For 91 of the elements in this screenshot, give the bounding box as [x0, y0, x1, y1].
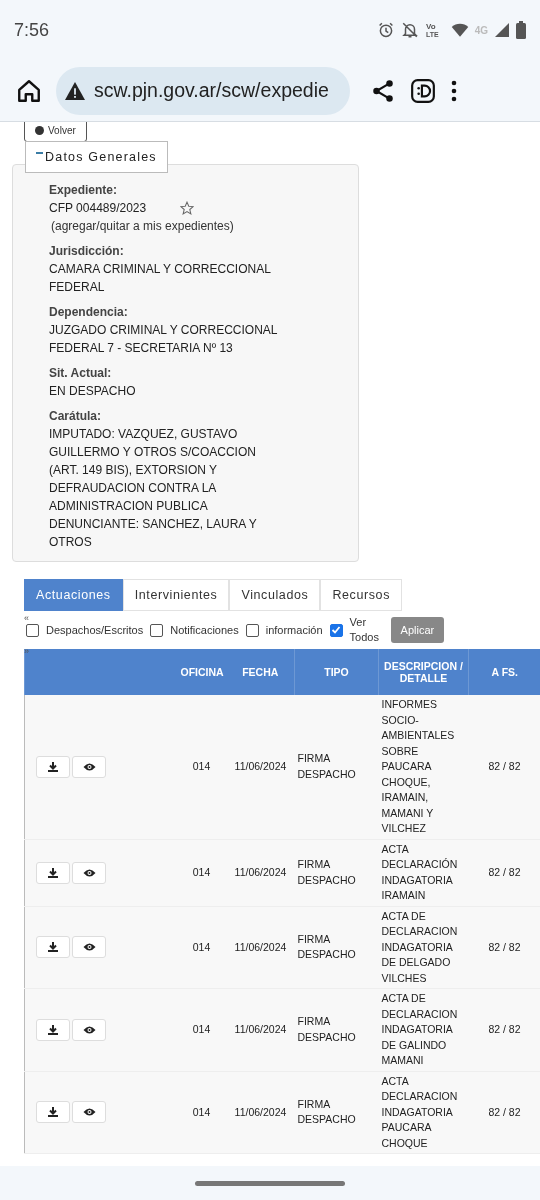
download-icon — [47, 760, 59, 773]
star-icon[interactable] — [180, 201, 195, 215]
download-icon — [47, 1023, 59, 1036]
section-toggle[interactable]: Datos Generales — [25, 141, 168, 173]
table-cell: 82 / 82 — [468, 906, 540, 989]
table-cell: 014 — [176, 988, 227, 1071]
apply-button[interactable]: Aplicar — [390, 617, 445, 643]
checkbox-label: Despachos/Escritos — [46, 624, 144, 636]
signal-icon — [494, 22, 510, 38]
eye-icon — [82, 867, 96, 878]
network-type: 4G — [474, 24, 488, 36]
table-cell: 11/06/2024 — [226, 695, 295, 839]
table-cell: 82 / 82 — [468, 988, 540, 1071]
field-value: CFP 004489/2023 — [49, 200, 147, 217]
checkbox[interactable] — [329, 623, 343, 637]
gesture-handle[interactable] — [195, 1180, 345, 1186]
column-header: A FS. — [468, 649, 540, 695]
wifi-icon — [450, 22, 469, 38]
eye-icon — [82, 942, 96, 953]
field-value: CAMARA CRIMINAL Y CORRECCIONAL FEDERAL — [49, 261, 272, 296]
tab[interactable]: Vinculados — [229, 579, 321, 611]
view-button[interactable] — [72, 755, 106, 778]
field-value: JUZGADO CRIMINAL Y CORRECCIONAL FEDERAL 7 - SECRETARIA Nº 13 — [49, 322, 279, 357]
field-label: Dependencia: — [49, 304, 129, 321]
eye-icon — [82, 1107, 96, 1118]
field-value: IMPUTADO: VAZQUEZ, GUSTAVO GUILLERMO Y OTROS S/COACCION (ART. 149 BIS), EXTORSION Y DEFRAUDACION CONTRA LA ADMINISTRACION PUBLICA DENUNCIANTE: SANCHEZ, LAURA Y OTROS — [49, 426, 258, 551]
tab[interactable]: Recursos — [320, 579, 402, 611]
address-bar[interactable]: scw.pjn.gov.ar/scw/expedie — [56, 66, 350, 115]
previous-page-link[interactable]: « — [24, 613, 29, 623]
back-button[interactable]: Volver — [24, 122, 87, 142]
checkbox-label: información — [265, 624, 323, 636]
table-cell: FIRMA DESPACHO — [294, 906, 379, 989]
table-cell: ACTA DECLARACION INDAGATORIA PAUCARA CHOQUE — [378, 1071, 469, 1154]
field-label: Expediente: — [49, 182, 118, 199]
table-cell: 11/06/2024 — [226, 839, 295, 906]
download-button[interactable] — [36, 936, 70, 959]
download-icon — [47, 866, 59, 879]
checkbox-label: Notificaciones — [170, 624, 239, 636]
muted-bell-icon — [400, 21, 419, 39]
table-cell: 014 — [176, 695, 227, 839]
emoji-icon[interactable] — [410, 77, 436, 104]
view-button[interactable] — [72, 861, 106, 884]
table-cell: 014 — [176, 906, 227, 989]
table-cell: FIRMA DESPACHO — [294, 1071, 379, 1154]
download-icon — [47, 941, 59, 954]
column-header: TIPO — [294, 649, 379, 695]
checkbox-label: Ver Todos — [349, 615, 380, 645]
checkbox[interactable] — [245, 623, 259, 637]
checkbox[interactable] — [26, 623, 39, 637]
view-button[interactable] — [72, 1018, 106, 1041]
warning-icon — [64, 80, 86, 101]
download-button[interactable] — [36, 755, 70, 778]
view-button[interactable] — [72, 936, 106, 959]
battery-icon — [516, 21, 526, 39]
table-cell: 014 — [176, 839, 227, 906]
table-cell: ACTA DECLARACIÓN INDAGATORIA IRAMAIN — [378, 839, 469, 906]
download-icon — [47, 1106, 59, 1119]
table-cell: ACTA DE DECLARACION INDAGATORIA DE DELGADO VILCHES — [378, 906, 469, 989]
column-header: OFICINA — [176, 649, 227, 695]
tab[interactable]: Actuaciones — [24, 579, 123, 611]
table-cell: 11/06/2024 — [226, 1071, 295, 1154]
table-cell: 82 / 82 — [468, 1071, 540, 1154]
table-cell: 82 / 82 — [468, 695, 540, 839]
table-cell: 014 — [176, 1071, 227, 1154]
menu-icon[interactable] — [450, 78, 458, 103]
field-value: EN DESPACHO — [49, 383, 137, 400]
table-cell: ACTA DE DECLARACION INDAGATORIA DE GALINDO MAMANI — [378, 988, 469, 1071]
table-cell: 11/06/2024 — [226, 906, 295, 989]
download-button[interactable] — [36, 861, 70, 884]
table-cell: 11/06/2024 — [226, 988, 295, 1071]
view-button[interactable] — [72, 1101, 106, 1124]
field-label: Sit. Actual: — [49, 365, 113, 382]
table-cell: FIRMA DESPACHO — [294, 839, 379, 906]
table-cell: FIRMA DESPACHO — [294, 988, 379, 1071]
download-button[interactable] — [36, 1101, 70, 1124]
table-cell: FIRMA DESPACHO — [294, 695, 379, 839]
field-label: Jurisdicción: — [49, 243, 125, 260]
tab[interactable]: Intervinientes — [122, 579, 230, 611]
column-header: DESCRIPCION / DETALLE — [378, 649, 469, 695]
home-icon[interactable] — [16, 77, 42, 104]
eye-icon — [82, 761, 96, 772]
status-time: 7:56 — [14, 19, 50, 41]
eye-icon — [82, 1024, 96, 1035]
column-header: FECHA — [226, 649, 295, 695]
share-icon[interactable] — [370, 77, 396, 104]
favorites-link[interactable]: (agregar/quitar a mis expedientes) — [51, 217, 358, 235]
table-cell: 82 / 82 — [468, 839, 540, 906]
table-cell: INFORMES SOCIO-AMBIENTALES SOBRE PAUCARA CHOQUE, IRAMAIN, MAMANI Y VILCHEZ — [378, 695, 469, 839]
download-button[interactable] — [36, 1018, 70, 1041]
checkbox[interactable] — [150, 623, 164, 637]
field-label: Carátula: — [49, 408, 102, 425]
